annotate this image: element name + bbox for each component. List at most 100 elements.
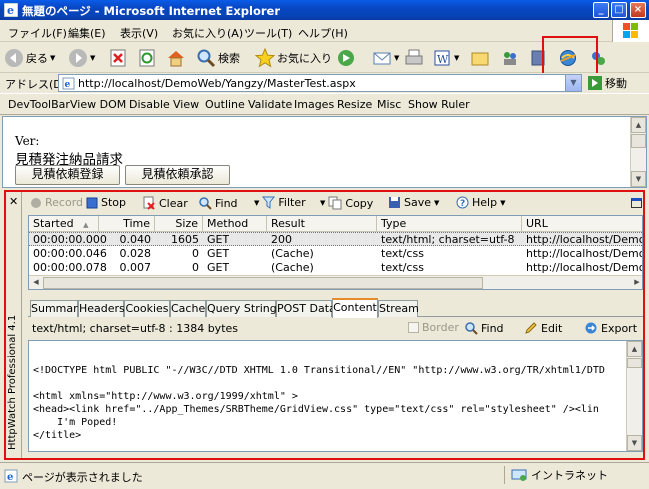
- tab-content[interactable]: Content: [332, 298, 378, 318]
- minimize-button[interactable]: _: [593, 2, 609, 18]
- stop-button[interactable]: [108, 47, 128, 69]
- scroll-left-icon[interactable]: ◀: [29, 276, 43, 289]
- column-method[interactable]: Method: [203, 216, 267, 232]
- close-panel-icon[interactable]: ✕: [9, 195, 18, 208]
- checkbox-box[interactable]: [408, 322, 419, 333]
- address-dropdown-icon[interactable]: ▼: [565, 75, 581, 91]
- devtoolbar-view[interactable]: View: [173, 98, 199, 111]
- code-scrollbar[interactable]: ▲ ▼: [626, 341, 642, 451]
- grid-scroll-thumb[interactable]: [43, 277, 483, 289]
- save-button[interactable]: Save ▼: [388, 196, 439, 209]
- forward-button[interactable]: ▼: [68, 47, 95, 69]
- code-line: </title>: [33, 430, 82, 441]
- stop-icon: [110, 49, 126, 67]
- filter-button[interactable]: ▼ Filter: [254, 196, 306, 209]
- media-button[interactable]: [336, 47, 356, 69]
- httpwatch-button[interactable]: [558, 47, 578, 69]
- home-button[interactable]: [166, 47, 186, 69]
- discuss-button[interactable]: [588, 47, 608, 69]
- dev-toolbar: DevToolBar View DOM Disable View Outline…: [0, 93, 649, 115]
- devtoolbar-disable[interactable]: Disable: [129, 98, 170, 111]
- code-scroll-down-icon[interactable]: ▼: [627, 435, 642, 451]
- content-find-button[interactable]: Find: [464, 321, 504, 335]
- restore-panel-icon[interactable]: [631, 198, 642, 208]
- address-input[interactable]: e http://localhost/DemoWeb/Yangzy/Master…: [58, 74, 582, 92]
- tab-post-data[interactable]: POST Data: [276, 300, 336, 317]
- devtoolbar-misc[interactable]: Misc: [377, 98, 401, 111]
- menu-file[interactable]: ファイル(F): [8, 25, 67, 41]
- table-row[interactable]: 00:00:00.000 0.040 1605 GET 200 text/htm…: [29, 232, 642, 246]
- close-button[interactable]: ×: [630, 2, 646, 18]
- mail-button[interactable]: ▼: [372, 47, 399, 69]
- messenger-button[interactable]: [500, 47, 520, 69]
- tab-cookies[interactable]: Cookies: [124, 300, 170, 317]
- devtoolbar-view-dom[interactable]: View DOM: [70, 98, 126, 111]
- refresh-button[interactable]: [137, 47, 157, 69]
- cell-size: 1605: [171, 233, 199, 246]
- maximize-button[interactable]: □: [611, 2, 627, 18]
- column-time[interactable]: Time: [99, 216, 155, 232]
- page-scrollbar[interactable]: ▲ ▼: [630, 117, 646, 187]
- window-title: 無題のページ - Microsoft Internet Explorer: [22, 4, 280, 18]
- scroll-right-icon[interactable]: ▶: [630, 276, 642, 289]
- devtoolbar-show-ruler[interactable]: Show Ruler: [408, 98, 470, 111]
- clear-button[interactable]: Clear: [142, 196, 188, 210]
- address-label: アドレス(D): [5, 78, 67, 91]
- tab-summary[interactable]: Summary: [30, 300, 84, 317]
- grid-horizontal-scrollbar[interactable]: ◀ ▶: [29, 275, 642, 289]
- stop-record-button[interactable]: Stop: [86, 196, 126, 209]
- scroll-up-icon[interactable]: ▲: [631, 117, 646, 133]
- cell-started: 00:00:00.078: [33, 261, 107, 274]
- devtoolbar-resize[interactable]: Resize: [337, 98, 372, 111]
- clear-icon: [143, 196, 155, 210]
- column-type[interactable]: Type: [377, 216, 522, 232]
- record-button[interactable]: Record: [30, 196, 83, 209]
- help-button[interactable]: ? Help ▼: [456, 196, 505, 209]
- search-button[interactable]: 検索: [196, 47, 240, 69]
- column-started-label: Started: [33, 217, 74, 230]
- quote-request-approve-button[interactable]: 見積依頼承認: [125, 165, 230, 185]
- find-button[interactable]: Find: [198, 196, 238, 210]
- tab-headers[interactable]: Headers: [78, 300, 125, 317]
- go-button[interactable]: 移動: [588, 75, 627, 91]
- copy-button[interactable]: ▼ Copy: [320, 196, 373, 210]
- devtoolbar-outline[interactable]: Outline: [205, 98, 245, 111]
- favorites-button[interactable]: お気に入り: [255, 47, 332, 69]
- content-edit-button[interactable]: Edit: [524, 321, 562, 335]
- back-button[interactable]: 戻る ▼: [4, 47, 55, 69]
- scroll-down-icon[interactable]: ▼: [631, 171, 646, 187]
- content-code-view[interactable]: <!DOCTYPE html PUBLIC "-//W3C//DTD XHTML…: [28, 340, 643, 452]
- menu-help[interactable]: ヘルプ(H): [298, 25, 348, 41]
- menu-tools[interactable]: ツール(T): [244, 25, 292, 41]
- find-label: Find: [215, 196, 238, 210]
- table-row[interactable]: 00:00:00.046 0.028 0 GET (Cache) text/cs…: [29, 247, 642, 261]
- column-url[interactable]: URL: [522, 216, 642, 232]
- devtoolbar-images[interactable]: Images: [294, 98, 334, 111]
- menu-favorites[interactable]: お気に入り(A): [172, 25, 243, 41]
- menu-edit[interactable]: 編集(E): [68, 25, 106, 41]
- grid-header: Started ▲ Time Size Method Result Type U…: [29, 216, 642, 232]
- devtoolbar-validate[interactable]: Validate: [248, 98, 292, 111]
- column-result[interactable]: Result: [267, 216, 377, 232]
- menu-view[interactable]: 表示(V): [120, 25, 158, 41]
- border-checkbox[interactable]: Border: [408, 321, 459, 334]
- scroll-thumb[interactable]: [631, 134, 646, 148]
- tab-cache[interactable]: Cache: [170, 300, 206, 317]
- research-button[interactable]: [528, 47, 548, 69]
- quote-request-register-button[interactable]: 見積依頼登録: [15, 165, 120, 185]
- tab-query-string[interactable]: Query String: [206, 300, 277, 317]
- folder-button[interactable]: [470, 47, 490, 69]
- edit-word-button[interactable]: W ▼: [432, 47, 459, 69]
- help-label: Help: [472, 196, 498, 209]
- column-size[interactable]: Size: [155, 216, 203, 232]
- record-icon: [31, 197, 41, 208]
- column-started[interactable]: Started ▲: [29, 216, 99, 232]
- media-icon: [338, 50, 354, 66]
- code-scroll-thumb[interactable]: [627, 358, 642, 368]
- content-export-button[interactable]: Export: [584, 321, 637, 335]
- tab-stream[interactable]: Stream: [378, 300, 419, 317]
- title-bar[interactable]: e 無題のページ - Microsoft Internet Explorer _…: [0, 0, 649, 20]
- print-button[interactable]: [404, 47, 424, 69]
- code-scroll-up-icon[interactable]: ▲: [627, 341, 642, 357]
- table-row[interactable]: 00:00:00.078 0.007 0 GET (Cache) text/cs…: [29, 261, 642, 275]
